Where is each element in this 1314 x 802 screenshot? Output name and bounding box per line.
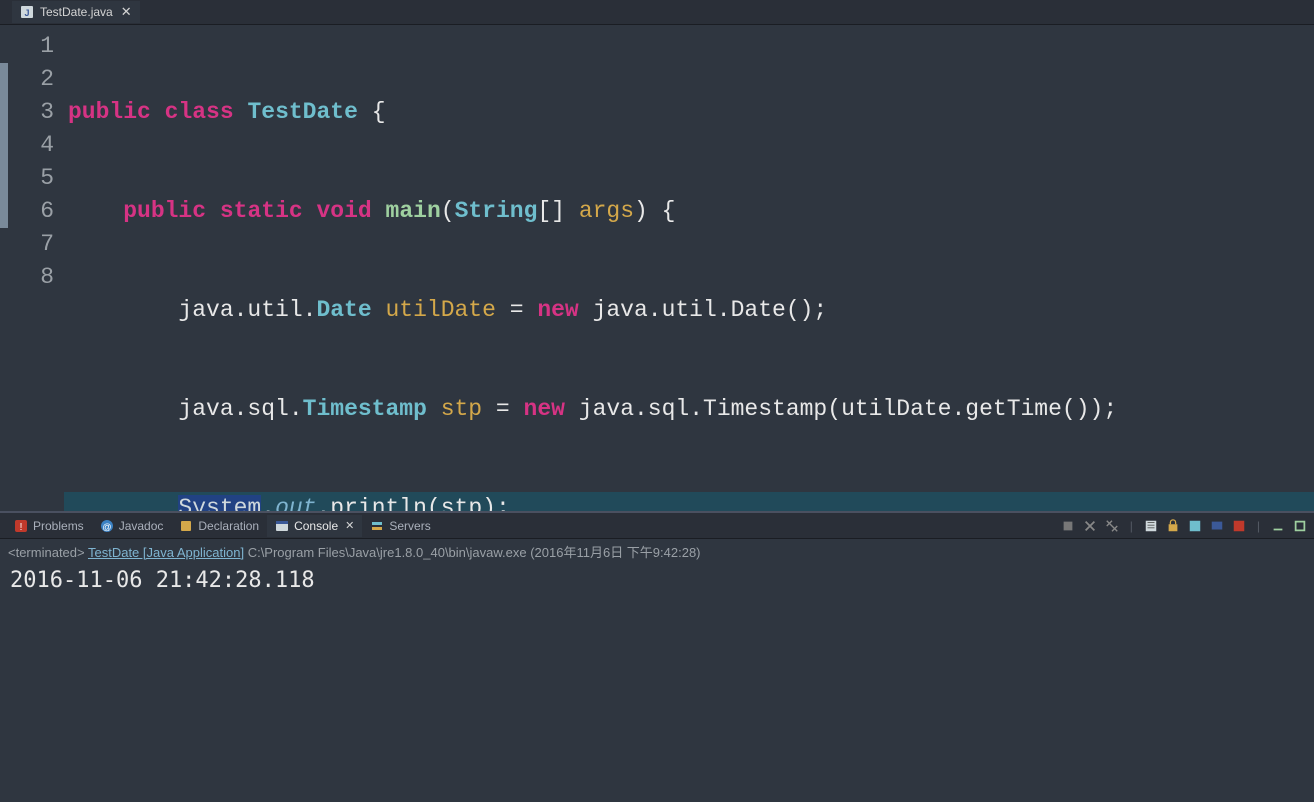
views-tab-bar: ! Problems @ Javadoc Declaration Console… bbox=[0, 513, 1314, 539]
fold-marker bbox=[0, 63, 8, 228]
editor-tab-bar: J TestDate.java ✕ bbox=[0, 0, 1314, 25]
separator: | bbox=[1257, 519, 1260, 533]
line-number: 4 bbox=[0, 129, 54, 162]
code-text-area[interactable]: public class TestDate { public static vo… bbox=[64, 30, 1314, 511]
console-output-line: 2016-11-06 21:42:28.118 bbox=[10, 568, 315, 593]
editor-tab-testdate[interactable]: J TestDate.java ✕ bbox=[12, 1, 140, 23]
terminate-icon[interactable] bbox=[1060, 518, 1076, 534]
tab-console[interactable]: Console ✕ bbox=[267, 515, 362, 537]
console-toolbar: | | bbox=[1060, 518, 1308, 534]
close-icon[interactable]: ✕ bbox=[345, 519, 354, 532]
svg-text:J: J bbox=[24, 8, 29, 18]
scroll-lock-icon[interactable] bbox=[1165, 518, 1181, 534]
servers-icon bbox=[370, 519, 384, 533]
bottom-panel: ! Problems @ Javadoc Declaration Console… bbox=[0, 511, 1314, 802]
console-run-info: <terminated> TestDate [Java Application]… bbox=[0, 539, 1314, 564]
declaration-icon bbox=[179, 519, 193, 533]
code-line: java.sql.Timestamp stp = new java.sql.Ti… bbox=[64, 393, 1314, 426]
tab-declaration[interactable]: Declaration bbox=[171, 515, 267, 537]
editor-area[interactable]: 1 2 3 4 5 6 7 8 public class TestDate { … bbox=[0, 25, 1314, 511]
line-number: 3 bbox=[0, 96, 54, 129]
code-line: public class TestDate { bbox=[64, 96, 1314, 129]
tab-label: Servers bbox=[389, 519, 430, 533]
max-view-icon[interactable] bbox=[1292, 518, 1308, 534]
line-number: 8 bbox=[0, 261, 54, 294]
tab-label: Declaration bbox=[198, 519, 259, 533]
code-line: java.util.Date utilDate = new java.util.… bbox=[64, 294, 1314, 327]
min-view-icon[interactable] bbox=[1270, 518, 1286, 534]
display-console-icon[interactable] bbox=[1209, 518, 1225, 534]
tab-label: Problems bbox=[33, 519, 84, 533]
line-number: 2 bbox=[0, 63, 54, 96]
terminated-label: <terminated> bbox=[8, 545, 88, 560]
launch-link[interactable]: TestDate [Java Application] bbox=[88, 545, 244, 560]
line-number-gutter: 1 2 3 4 5 6 7 8 bbox=[0, 30, 64, 511]
problems-icon: ! bbox=[14, 519, 28, 533]
line-number: 5 bbox=[0, 162, 54, 195]
code-line-highlighted: System.out.println(stp); bbox=[64, 492, 1314, 511]
close-icon[interactable]: ✕ bbox=[121, 4, 132, 20]
tab-label: Javadoc bbox=[119, 519, 164, 533]
tab-label: Console bbox=[294, 519, 338, 533]
launch-path: C:\Program Files\Java\jre1.8.0_40\bin\ja… bbox=[244, 545, 700, 560]
clear-console-icon[interactable] bbox=[1143, 518, 1159, 534]
java-file-icon: J bbox=[20, 5, 34, 19]
tab-servers[interactable]: Servers bbox=[362, 515, 438, 537]
tab-javadoc[interactable]: @ Javadoc bbox=[92, 515, 172, 537]
remove-all-icon[interactable] bbox=[1104, 518, 1120, 534]
console-icon bbox=[275, 519, 289, 533]
javadoc-icon: @ bbox=[100, 519, 114, 533]
svg-text:@: @ bbox=[102, 522, 111, 532]
line-number: 1 bbox=[0, 30, 54, 63]
line-number: 6 bbox=[0, 195, 54, 228]
tab-problems[interactable]: ! Problems bbox=[6, 515, 92, 537]
remove-launch-icon[interactable] bbox=[1082, 518, 1098, 534]
code-line: public static void main(String[] args) { bbox=[64, 195, 1314, 228]
line-number: 7 bbox=[0, 228, 54, 261]
separator: | bbox=[1130, 519, 1133, 533]
editor-tab-label: TestDate.java bbox=[40, 5, 113, 19]
console-output[interactable]: 2016-11-06 21:42:28.118 bbox=[0, 564, 1314, 597]
pin-console-icon[interactable] bbox=[1187, 518, 1203, 534]
open-console-icon[interactable] bbox=[1231, 518, 1247, 534]
svg-text:!: ! bbox=[20, 522, 23, 533]
